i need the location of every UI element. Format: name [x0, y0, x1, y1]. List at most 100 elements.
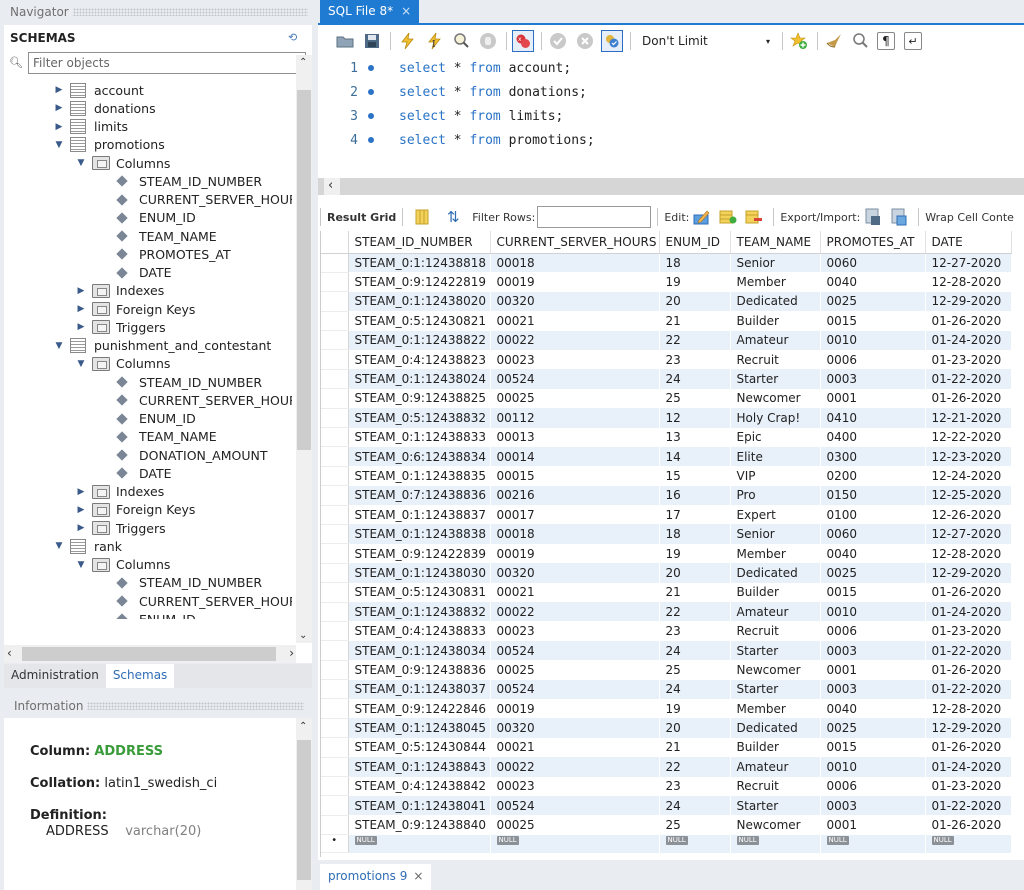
table-cell[interactable]: Recruit	[730, 776, 821, 796]
table-row[interactable]: STEAM_0:1:12438020 00320 20 Dedicated 0025 12…	[321, 291, 1012, 312]
table-cell[interactable]: 00320	[490, 563, 660, 583]
column-header[interactable]: ENUM_ID	[659, 231, 731, 254]
stop-on-error-icon[interactable]: x	[512, 30, 534, 52]
table-row[interactable]: STEAM_0:4:12438842 00023 23 Recruit 0006 01-2…	[321, 776, 1012, 797]
execute-icon[interactable]	[396, 30, 418, 52]
table-cell[interactable]: 01-26-2020	[925, 582, 1012, 603]
explain-icon[interactable]	[450, 30, 472, 52]
table-cell[interactable]: STEAM_0:1:12438818	[348, 253, 491, 273]
table-cell[interactable]: 12-28-2020	[925, 272, 1012, 292]
delete-row-icon[interactable]	[744, 208, 764, 226]
table-cell[interactable]: STEAM_0:1:12438020	[348, 291, 491, 312]
table-cell[interactable]: STEAM_0:9:12422819	[348, 272, 491, 292]
table-cell[interactable]: STEAM_0:5:12430831	[348, 582, 491, 603]
table-cell[interactable]: STEAM_0:9:12438840	[348, 815, 491, 835]
table-cell[interactable]: Newcomer	[730, 815, 821, 835]
table-cell[interactable]: STEAM_0:1:12438041	[348, 795, 491, 816]
tree-folder-item[interactable]: ▶ Indexes	[76, 483, 165, 501]
table-cell[interactable]: Epic	[730, 427, 821, 447]
table-row[interactable]: STEAM_0:1:12438024 00524 24 Starter 0003 01-2…	[321, 369, 1012, 390]
table-cell[interactable]: STEAM_0:5:12438832	[348, 408, 491, 428]
table-cell[interactable]: Elite	[730, 446, 821, 467]
result-grid-tab[interactable]: Result Grid	[327, 211, 396, 224]
table-cell[interactable]: 0001	[820, 815, 926, 835]
table-cell[interactable]: 13	[659, 427, 731, 447]
expand-arrow-icon[interactable]: ▶	[54, 103, 64, 113]
tree-column-item[interactable]: DONATION_AMOUNT	[116, 446, 267, 464]
table-cell[interactable]: 20	[659, 563, 731, 583]
table-cell[interactable]: 24	[659, 679, 731, 699]
table-cell[interactable]: 00018	[490, 524, 660, 544]
table-cell[interactable]: NULL	[730, 834, 821, 853]
grid-layout-icon[interactable]	[412, 208, 432, 226]
table-cell[interactable]: NULL	[820, 834, 926, 853]
collapse-arrow-icon[interactable]: ▼	[76, 158, 86, 168]
info-vertical-scrollbar[interactable]: ⌃	[296, 718, 312, 890]
table-cell[interactable]: 01-26-2020	[925, 815, 1012, 835]
scroll-left-icon[interactable]: ‹	[7, 646, 12, 660]
table-cell[interactable]: 18	[659, 524, 731, 544]
tree-folder-item[interactable]: ▶ Foreign Keys	[76, 300, 196, 318]
code-line[interactable]: 4 select * from promotions;	[318, 130, 595, 150]
table-cell[interactable]: STEAM_0:1:12438835	[348, 466, 491, 486]
table-cell[interactable]: Dedicated	[730, 563, 821, 583]
table-cell[interactable]: 12-29-2020	[925, 718, 1012, 738]
tree-folder-item[interactable]: ▼ Columns	[76, 556, 171, 574]
column-header[interactable]: CURRENT_SERVER_HOURS	[490, 231, 660, 254]
table-cell[interactable]: 12-22-2020	[925, 427, 1012, 447]
table-cell[interactable]: Member	[730, 272, 821, 292]
row-header[interactable]	[321, 505, 349, 525]
row-header[interactable]	[321, 388, 349, 409]
table-cell[interactable]: 12-28-2020	[925, 698, 1012, 719]
table-cell[interactable]: Starter	[730, 679, 821, 699]
table-cell[interactable]: 12-23-2020	[925, 446, 1012, 467]
table-row[interactable]: STEAM_0:5:12430844 00021 21 Builder 0015 01-2…	[321, 737, 1012, 758]
table-row[interactable]: STEAM_0:9:12438825 00025 25 Newcomer 0001 01-…	[321, 388, 1012, 409]
table-cell[interactable]: 23	[659, 621, 731, 641]
table-cell[interactable]: Builder	[730, 582, 821, 603]
table-cell[interactable]: 23	[659, 776, 731, 796]
table-cell[interactable]: 12-29-2020	[925, 563, 1012, 583]
row-header[interactable]	[321, 563, 349, 584]
column-header[interactable]: PROMOTES_AT	[820, 231, 926, 254]
table-cell[interactable]: 00021	[490, 737, 660, 758]
table-cell[interactable]: STEAM_0:1:12438838	[348, 524, 491, 544]
table-cell[interactable]: 00019	[490, 272, 660, 292]
table-row[interactable]: STEAM_0:9:12422839 00019 19 Member 0040 12-28…	[321, 543, 1012, 564]
table-cell[interactable]: STEAM_0:9:12422846	[348, 698, 491, 719]
row-header[interactable]	[321, 660, 349, 681]
table-cell[interactable]: 00524	[490, 369, 660, 389]
limit-rows-select[interactable]: Don't Limit ▾	[636, 30, 776, 52]
table-cell[interactable]: Dedicated	[730, 718, 821, 738]
table-cell[interactable]: 00022	[490, 330, 660, 350]
table-cell[interactable]: 19	[659, 698, 731, 719]
table-cell[interactable]: 00015	[490, 466, 660, 486]
column-header[interactable]: STEAM_ID_NUMBER	[348, 231, 491, 254]
table-cell[interactable]: 0410	[820, 408, 926, 428]
table-cell[interactable]: STEAM_0:4:12438842	[348, 776, 491, 796]
tree-column-item[interactable]: STEAM_ID_NUMBER	[116, 373, 262, 391]
table-cell[interactable]: 01-26-2020	[925, 388, 1012, 409]
tree-column-item[interactable]: DATE	[116, 264, 172, 282]
row-header[interactable]	[321, 795, 349, 816]
save-icon[interactable]	[361, 30, 383, 52]
filter-rows-input[interactable]	[537, 206, 652, 228]
scrollbar-thumb[interactable]	[297, 740, 311, 880]
tree-column-item[interactable]: STEAM_ID_NUMBER	[116, 574, 262, 592]
table-cell[interactable]: 01-23-2020	[925, 776, 1012, 796]
grid-corner[interactable]	[321, 231, 349, 254]
stop-icon[interactable]	[477, 30, 499, 52]
table-cell[interactable]: STEAM_0:1:12438837	[348, 505, 491, 525]
table-row[interactable]: STEAM_0:1:12438838 00018 18 Senior 0060 12-27…	[321, 524, 1012, 545]
table-cell[interactable]: 0001	[820, 388, 926, 409]
table-row[interactable]: STEAM_0:4:12438833 00023 23 Recruit 0006 01-2…	[321, 621, 1012, 642]
table-cell[interactable]: 17	[659, 505, 731, 525]
code-line[interactable]: 3 select * from limits;	[318, 106, 563, 126]
tree-folder-item[interactable]: ▼ Columns	[76, 154, 171, 172]
tree-column-item[interactable]: ENUM_ID	[116, 410, 196, 428]
scroll-up-icon[interactable]: ⌃	[299, 57, 307, 68]
tree-column-item[interactable]: CURRENT_SERVER_HOURS	[116, 391, 292, 409]
table-cell[interactable]: NULL	[490, 834, 660, 853]
table-cell[interactable]: NULL	[348, 834, 491, 853]
row-header[interactable]	[321, 815, 349, 836]
